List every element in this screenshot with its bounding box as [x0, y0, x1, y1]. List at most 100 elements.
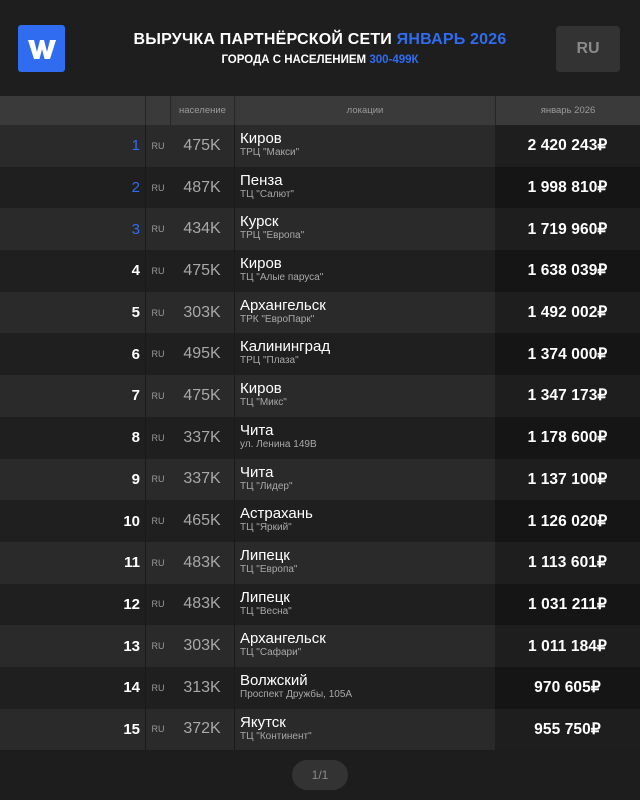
- location-cell: Чита ул. Ленина 149В: [240, 422, 490, 451]
- table-row: 3 RU 434K Курск ТРЦ "Европа" 1 719 960₽: [0, 208, 640, 251]
- row-divider: [234, 583, 235, 626]
- population-cell: 372K: [183, 720, 221, 738]
- location-cell: Киров ТЦ "Алые паруса": [240, 255, 490, 284]
- rank-cell: 2: [131, 179, 140, 197]
- column-header-location: локации: [346, 105, 384, 116]
- table-row: 5 RU 303K Архангельск ТРК "ЕвроПарк" 1 492 00…: [0, 291, 640, 334]
- venue-name: ТЦ "Европа": [240, 563, 298, 575]
- venue-name: ТЦ "Континент": [240, 730, 312, 742]
- header-divider: [145, 96, 146, 125]
- title-block: ВЫРУЧКА ПАРТНЁРСКОЙ СЕТИ ЯНВАРЬ 2026 ГОР…: [80, 30, 560, 67]
- table-row: 11 RU 483K Липецк ТЦ "Европа" 1 113 601₽: [0, 541, 640, 584]
- revenue-cell: 1 137 100₽: [527, 470, 608, 488]
- location-cell: Волжский Проспект Дружбы, 105А: [240, 672, 490, 701]
- country-code: RU: [151, 516, 165, 527]
- venue-name: ТРК "ЕвроПарк": [240, 313, 315, 325]
- rank-cell: 9: [131, 470, 140, 488]
- table-row: 12 RU 483K Липецк ТЦ "Весна" 1 031 211₽: [0, 583, 640, 626]
- row-divider: [234, 625, 235, 667]
- venue-name: ТРЦ "Макси": [240, 147, 300, 158]
- revenue-cell: 2 420 243₽: [527, 137, 608, 155]
- population-cell: 475K: [183, 386, 221, 404]
- city-name: Якутск: [240, 713, 286, 731]
- table-row: 14 RU 313K Волжский Проспект Дружбы, 105А 970…: [0, 666, 640, 709]
- venue-name: Проспект Дружбы, 105А: [240, 688, 353, 700]
- population-cell: 495K: [183, 345, 221, 363]
- row-divider: [234, 333, 235, 376]
- table-row: 15 RU 372K Якутск ТЦ "Континент" 955 750₽: [0, 708, 640, 751]
- table-row: 1 RU 475K Киров ТРЦ "Макси" 2 420 243₽: [0, 125, 640, 167]
- rank-cell: 7: [131, 387, 140, 405]
- population-cell: 483K: [183, 553, 221, 571]
- country-code: RU: [151, 307, 165, 318]
- rank-cell: 4: [131, 262, 140, 280]
- table-row: 8 RU 337K Чита ул. Ленина 149В 1 178 600₽: [0, 416, 640, 459]
- city-name: Липецк: [240, 546, 290, 564]
- population-cell: 475K: [183, 136, 221, 154]
- language-button[interactable]: RU: [556, 26, 620, 72]
- location-cell: Чита ТЦ "Лидер": [240, 464, 490, 493]
- venue-name: ТЦ "Алые паруса": [240, 272, 324, 284]
- country-code: RU: [151, 474, 165, 485]
- rank-cell: 11: [124, 554, 140, 572]
- row-divider: [234, 375, 235, 417]
- population-cell: 337K: [183, 428, 221, 446]
- page-indicator[interactable]: 1/1: [292, 760, 348, 790]
- revenue-cell: 1 011 184₽: [528, 637, 607, 655]
- location-cell: Липецк ТЦ "Весна": [240, 589, 490, 618]
- revenue-cell: 970 605₽: [534, 679, 601, 697]
- revenue-cell: 1 347 173₽: [527, 387, 608, 405]
- rank-cell: 14: [123, 679, 140, 697]
- population-cell: 313K: [183, 678, 221, 696]
- row-divider: [234, 708, 235, 751]
- city-name: Курск: [240, 213, 279, 231]
- country-code: RU: [151, 724, 165, 735]
- location-cell: Киров ТРЦ "Макси": [240, 130, 490, 159]
- revenue-cell: 1 638 039₽: [527, 262, 608, 280]
- rank-cell: 6: [131, 345, 140, 363]
- revenue-cell: 1 031 211₽: [528, 595, 607, 613]
- venue-name: ТЦ "Лидер": [240, 480, 293, 492]
- city-name: Волжский: [240, 671, 308, 689]
- table-row: 9 RU 337K Чита ТЦ "Лидер" 1 137 100₽: [0, 458, 640, 501]
- row-divider: [234, 500, 235, 542]
- revenue-cell: 1 719 960₽: [527, 220, 608, 238]
- rank-cell: 8: [131, 429, 140, 447]
- city-name: Калининград: [240, 338, 331, 356]
- revenue-cell: 1 126 020₽: [527, 512, 608, 530]
- city-name: Киров: [240, 380, 282, 398]
- venue-name: ТРЦ "Европа": [240, 230, 305, 242]
- rank-cell: 10: [123, 512, 140, 530]
- venue-name: ТЦ "Сафари": [240, 647, 302, 659]
- population-cell: 487K: [183, 178, 221, 196]
- population-cell: 303K: [183, 637, 221, 655]
- city-name: Чита: [240, 421, 274, 439]
- city-name: Архангельск: [240, 630, 326, 648]
- table-row: 6 RU 495K Калининград ТРЦ "Плаза" 1 374 000₽: [0, 333, 640, 376]
- table-row: 4 RU 475K Киров ТЦ "Алые паруса" 1 638 039₽: [0, 250, 640, 292]
- row-divider: [234, 166, 235, 209]
- location-cell: Якутск ТЦ "Континент": [240, 714, 490, 743]
- table-header: население локации январь 2026: [0, 96, 640, 125]
- population-cell: 483K: [183, 595, 221, 613]
- country-code: RU: [151, 182, 165, 193]
- location-cell: Калининград ТРЦ "Плаза": [240, 338, 490, 367]
- country-code: RU: [151, 682, 165, 693]
- revenue-cell: 955 750₽: [534, 720, 601, 738]
- w-logo-icon: [27, 39, 56, 59]
- page-subtitle-accent: 300-499К: [369, 54, 419, 66]
- page-title-main: ВЫРУЧКА ПАРТНЁРСКОЙ СЕТИ: [133, 31, 393, 48]
- revenue-cell: 1 998 810₽: [527, 179, 608, 197]
- page-title-accent: ЯНВАРЬ 2026: [396, 31, 507, 48]
- row-divider: [234, 666, 235, 709]
- location-cell: Липецк ТЦ "Европа": [240, 547, 490, 576]
- location-cell: Архангельск ТРК "ЕвроПарк": [240, 297, 490, 326]
- revenue-cell: 1 492 002₽: [527, 304, 608, 322]
- country-code: RU: [151, 432, 165, 443]
- location-cell: Курск ТРЦ "Европа": [240, 213, 490, 242]
- population-cell: 465K: [183, 512, 221, 530]
- city-name: Чита: [240, 463, 274, 481]
- city-name: Киров: [240, 255, 282, 273]
- country-code: RU: [151, 641, 165, 652]
- column-header-population: население: [179, 105, 226, 116]
